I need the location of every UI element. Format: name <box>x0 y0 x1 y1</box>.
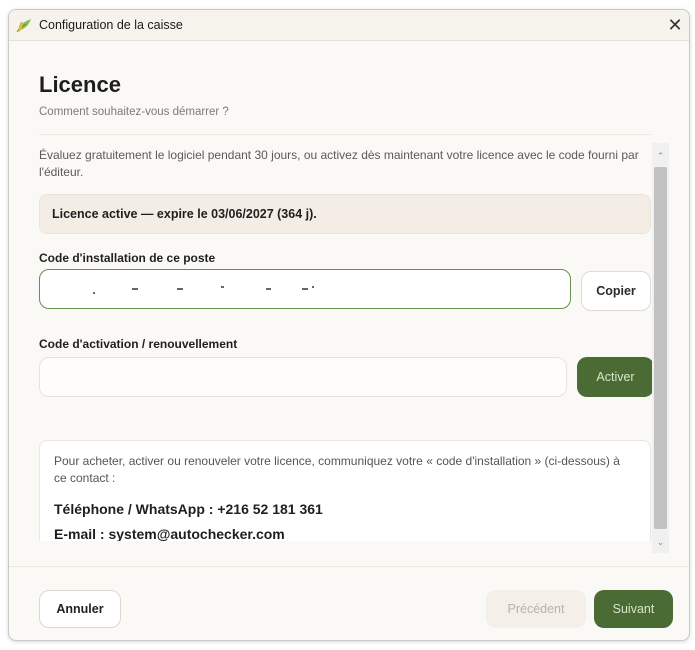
title-bar: Configuration de la caisse ✕ <box>9 10 689 41</box>
install-code-label: Code d'installation de ce poste <box>39 251 216 265</box>
masked-code-fragment <box>221 286 224 288</box>
masked-code-fragment <box>93 292 95 294</box>
contact-phone: Téléphone / WhatsApp : +216 52 181 361 <box>54 501 323 517</box>
masked-code-fragment <box>266 288 271 290</box>
license-status-text: Licence active — expire le 03/06/2027 (3… <box>52 207 317 221</box>
vertical-scrollbar[interactable]: ⌃ ⌄ <box>652 143 669 553</box>
window-title: Configuration de la caisse <box>39 18 183 32</box>
scrollbar-thumb[interactable] <box>654 167 667 529</box>
masked-code-fragment <box>312 286 314 288</box>
activation-code-field[interactable] <box>39 357 567 397</box>
activate-button[interactable]: Activer <box>577 357 654 397</box>
contact-instructions: Pour acheter, activer ou renouveler votr… <box>54 454 620 485</box>
activation-code-label: Code d'activation / renouvellement <box>39 337 238 351</box>
scroll-up-icon[interactable]: ⌃ <box>652 147 669 165</box>
masked-code-fragment <box>302 288 308 290</box>
header-divider <box>39 134 651 135</box>
page-subtitle: Comment souhaitez-vous démarrer ? <box>39 106 229 118</box>
previous-button[interactable]: Précédent <box>486 590 586 628</box>
license-status-box: Licence active — expire le 03/06/2027 (3… <box>39 194 651 234</box>
leaf-icon <box>15 16 33 34</box>
content-scroll-area[interactable]: Évaluez gratuitement le logiciel pendant… <box>39 143 654 541</box>
page-title: Licence <box>39 72 121 97</box>
next-button[interactable]: Suivant <box>594 590 673 628</box>
scroll-down-icon[interactable]: ⌄ <box>652 533 669 551</box>
copy-button[interactable]: Copier <box>581 271 651 311</box>
cancel-button[interactable]: Annuler <box>39 590 121 628</box>
install-code-field[interactable] <box>39 269 571 309</box>
license-dialog: Configuration de la caisse ✕ Licence Com… <box>8 9 690 641</box>
contact-email: E-mail : system@autochecker.com <box>54 526 285 541</box>
footer-divider <box>9 566 689 567</box>
close-icon[interactable]: ✕ <box>661 10 689 40</box>
masked-code-fragment <box>177 288 183 290</box>
intro-text: Évaluez gratuitement le logiciel pendant… <box>39 148 639 179</box>
contact-info-box: Pour acheter, activer ou renouveler votr… <box>39 440 651 541</box>
masked-code-fragment <box>132 288 138 290</box>
